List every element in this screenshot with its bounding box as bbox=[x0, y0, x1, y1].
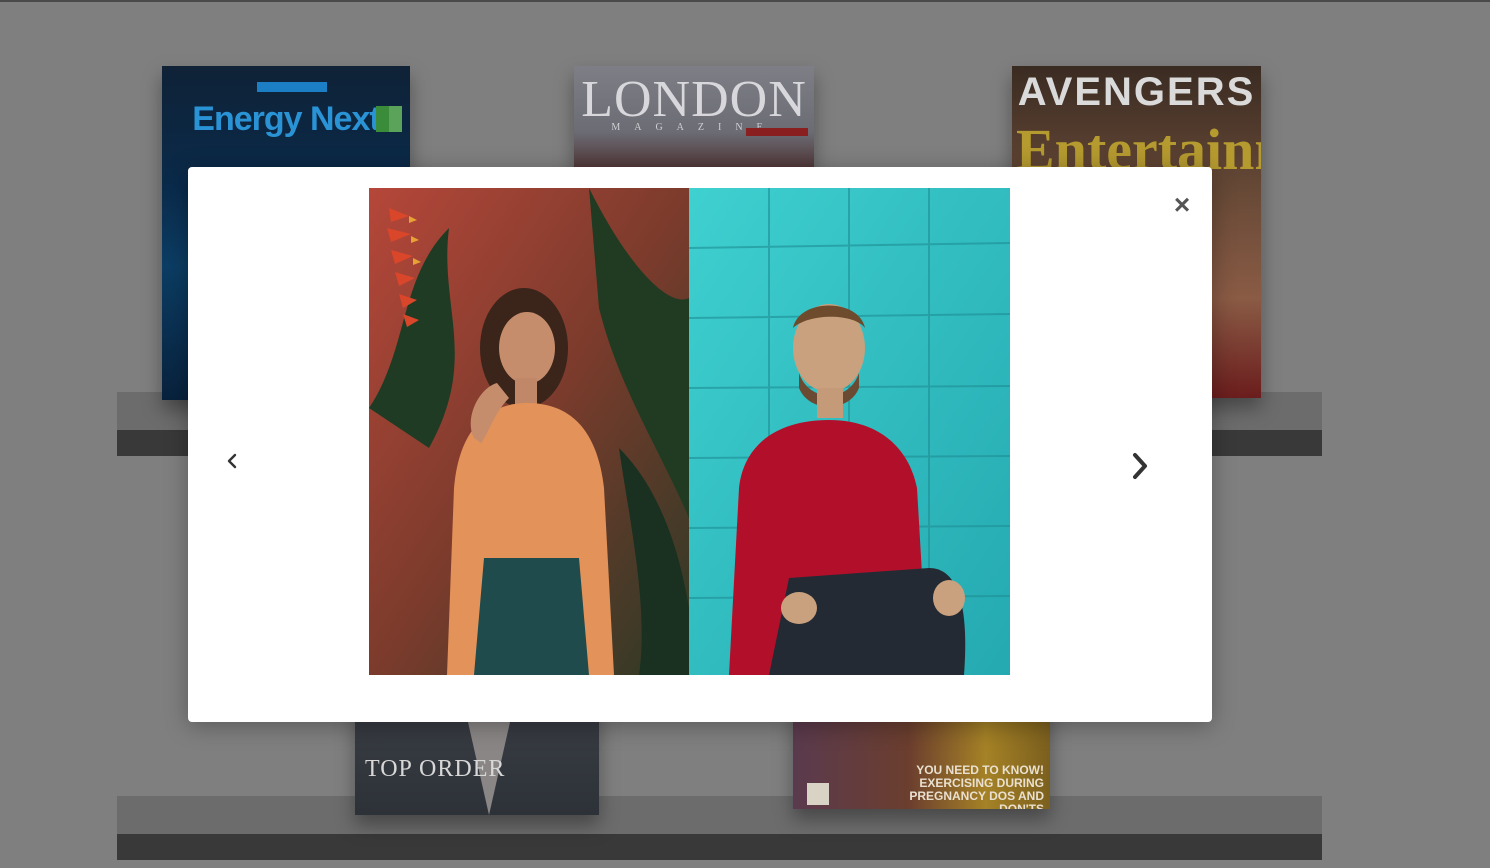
magazine-cover-london[interactable]: LONDON MAGAZINE bbox=[574, 66, 814, 176]
chevron-left-icon bbox=[227, 453, 237, 469]
cover-masthead: Energy Next bbox=[192, 100, 380, 138]
photo-collage bbox=[369, 188, 1010, 675]
cover-masthead: YOU NEED TO KNOW! EXERCISING DURING PREG… bbox=[909, 763, 1044, 810]
lightbox-modal: × bbox=[188, 167, 1212, 722]
cover-badge bbox=[257, 82, 327, 92]
cover-masthead: AVENGERS bbox=[1017, 70, 1256, 114]
cover-masthead: TOP ORDER bbox=[365, 756, 506, 782]
cover-ribbon bbox=[746, 128, 808, 136]
lightbox-image bbox=[369, 188, 1010, 675]
top-border bbox=[0, 0, 1490, 2]
cover-logo bbox=[376, 106, 402, 132]
qr-code bbox=[807, 783, 829, 805]
previous-button[interactable] bbox=[218, 447, 246, 475]
gallery-shelf-base bbox=[117, 834, 1322, 860]
chevron-right-icon bbox=[1133, 453, 1147, 479]
close-button[interactable]: × bbox=[1171, 191, 1193, 219]
gallery-shelf bbox=[117, 796, 1322, 834]
next-button[interactable] bbox=[1123, 447, 1157, 485]
close-icon: × bbox=[1173, 189, 1191, 220]
cover-masthead: LONDON bbox=[581, 71, 807, 128]
